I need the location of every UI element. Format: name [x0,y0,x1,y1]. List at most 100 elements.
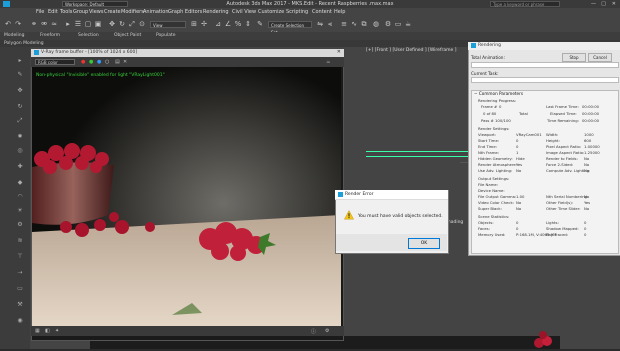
named-selection-set-dropdown[interactable]: Create Selection Set [268,21,312,35]
menu-graph-editors[interactable]: Graph Editors [168,9,202,15]
render-setting-value: 1 [516,150,519,155]
render-production-icon[interactable]: ☕ [404,20,412,28]
tab-modeling[interactable]: Modeling [4,33,24,38]
bind-space-warp-icon[interactable]: ≈ [50,20,58,28]
vfb-history-icon[interactable]: ▦ [35,328,40,334]
rotate-icon[interactable]: ↻ [118,20,126,28]
menu-customize[interactable]: Customize [258,9,284,15]
paint-select-icon[interactable]: ✎ [16,71,24,79]
tab-object-paint[interactable]: Object Paint [114,33,141,38]
render-setup-icon[interactable]: ⚙ [384,20,392,28]
mirror-icon[interactable]: ⇋ [316,20,324,28]
move-tool-icon[interactable]: ✥ [16,87,24,95]
edit-named-selection-icon[interactable]: ✎ [256,20,264,28]
spinner-snap-icon[interactable]: ⇕ [244,20,252,28]
search-input[interactable]: Type a keyword or phrase [490,1,560,7]
vfb-render-icon[interactable]: ☕ [326,59,330,65]
vfb-close-icon[interactable]: ✕ [337,49,341,55]
vfb-save-icon[interactable]: ▤ [115,59,120,65]
stop-button[interactable]: Stop [562,53,586,62]
vfb-title-bar: V-Ray frame buffer - [100% of 1024 x 600… [31,49,344,57]
move-icon[interactable]: ✥ [108,20,116,28]
vfb-clear-icon[interactable]: ✕ [123,59,127,65]
rectangular-selection-icon[interactable]: ▢ [84,20,92,28]
scale-tool-icon[interactable]: ⤢ [16,117,24,125]
menu-file[interactable]: File [36,9,44,15]
menu-edit[interactable]: Edit [48,9,58,15]
light-icon[interactable]: ✸ [16,133,24,141]
snap-toggle-icon[interactable]: ⊿ [214,20,222,28]
cancel-render-button[interactable]: Cancel [588,53,612,62]
scale-icon[interactable]: ⤢ [128,20,136,28]
vfb-alpha-channel-icon[interactable]: ○ [105,59,109,65]
utilities-icon[interactable]: ⚒ [16,301,24,309]
menu-scripting[interactable]: Scripting [286,9,308,15]
display-icon[interactable]: ▭ [16,285,24,293]
menu-group[interactable]: Group [73,9,88,15]
select-object-icon[interactable]: ▸ [64,20,72,28]
menu-views[interactable]: Views [89,9,103,15]
sun-icon[interactable]: ☀ [16,207,24,215]
link-icon[interactable]: ⚭ [30,20,38,28]
menu-help[interactable]: Help [334,9,345,15]
menu-modifiers[interactable]: Modifiers [121,9,144,15]
close-button[interactable]: ✕ [612,1,616,7]
camera-icon[interactable]: ◎ [16,147,24,155]
select-icon[interactable]: ▸ [16,57,24,65]
menu-tools[interactable]: Tools [60,9,72,15]
hierarchy-icon[interactable]: ⊤ [16,253,24,261]
place-icon[interactable]: ⊙ [138,20,146,28]
tab-selection[interactable]: Selection [78,33,99,38]
space-warp-icon[interactable]: ≋ [16,237,24,245]
menu-animation[interactable]: Animation [143,9,169,15]
menu-civil-view[interactable]: Civil View [232,9,256,15]
scene-stat-key: Objects: [478,220,494,225]
systems-icon[interactable]: ⚙ [16,221,24,229]
maximize-button[interactable]: □ [601,1,606,7]
viewport-label[interactable]: [+] [Front ] [User Defined ] [Wireframe … [366,48,456,53]
material-editor-icon[interactable]: ◍ [372,20,380,28]
reference-coordinate-dropdown[interactable]: View [150,21,186,28]
vfb-compare-icon[interactable]: ◧ [45,328,50,334]
vfb-red-channel-icon[interactable]: ● [81,59,85,65]
schematic-view-icon[interactable]: ⧉ [360,20,368,28]
vfb-settings-icon[interactable]: ⚙ [325,328,329,334]
vfb-green-channel-icon[interactable]: ● [89,59,93,65]
angle-snap-icon[interactable]: ∠ [224,20,232,28]
rotate-tool-icon[interactable]: ↻ [16,103,24,111]
common-parameters-header[interactable]: − Common Parameters [474,91,523,96]
tab-populate[interactable]: Populate [156,33,176,38]
window-crossing-icon[interactable]: ▣ [94,20,102,28]
total-label: Total [519,111,528,116]
menu-create[interactable]: Create [104,9,121,15]
curve-editor-icon[interactable]: ∿ [350,20,358,28]
select-by-name-icon[interactable]: ☰ [74,20,82,28]
rendering-dialog-title: Rendering [478,43,501,48]
unlink-icon[interactable]: ⚮ [40,20,48,28]
menu-content[interactable]: Content [312,9,332,15]
frame-value: 0 [499,104,502,109]
minimize-button[interactable]: — [591,1,596,7]
motion-icon[interactable]: ⇢ [16,269,24,277]
helper-icon[interactable]: ✚ [16,163,24,171]
render-setting-row: Compute Adv. Lighting: No [546,168,616,174]
pivot-icon[interactable]: ⊞ [190,20,198,28]
undo-icon[interactable]: ↶ [4,20,12,28]
select-manipulate-icon[interactable]: ✢ [200,20,208,28]
geometry-icon[interactable]: ◆ [16,179,24,187]
tab-freeform[interactable]: Freeform [40,33,60,38]
layer-icon[interactable]: ≡ [340,20,348,28]
vfb-channel-dropdown[interactable]: RGB color [35,59,75,65]
shapes-icon[interactable]: ◠ [16,193,24,201]
redo-icon[interactable]: ↷ [14,20,22,28]
percent-snap-icon[interactable]: % [234,20,242,28]
rendered-frame-window-icon[interactable]: ▭ [394,20,402,28]
vfb-blue-channel-icon[interactable]: ● [97,59,101,65]
vfb-lens-effects-icon[interactable]: ✦ [55,328,59,334]
menu-rendering[interactable]: Rendering [203,9,229,15]
render-icon[interactable]: ◉ [16,317,24,325]
render-error-app-icon [338,192,343,197]
align-icon[interactable]: ⫷ [326,20,334,28]
ok-button[interactable]: OK [408,238,440,249]
vfb-info-icon[interactable]: ⓘ [311,328,316,335]
